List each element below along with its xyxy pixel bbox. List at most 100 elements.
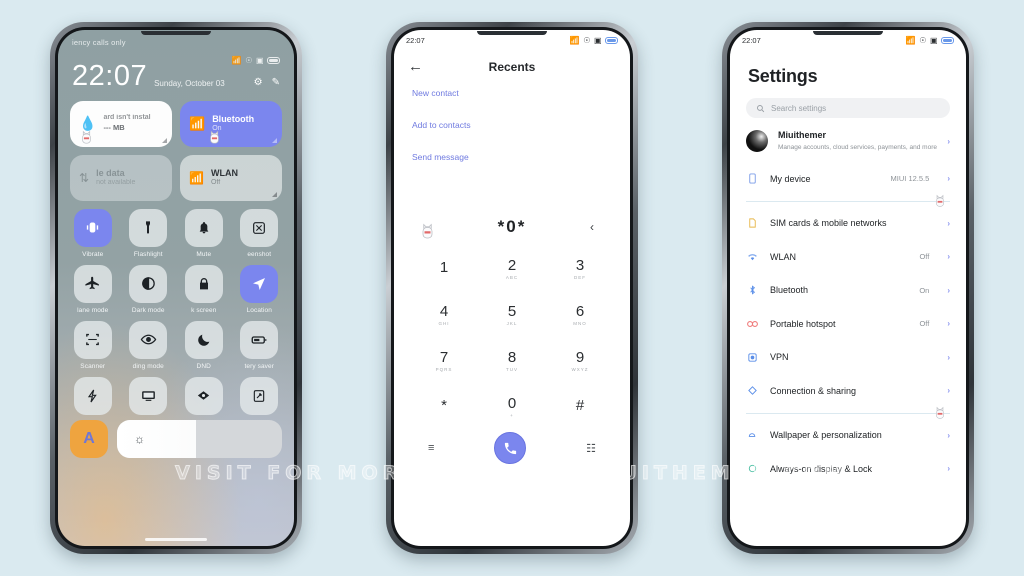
toggle-airplane-mode[interactable]: lane mode bbox=[70, 264, 116, 314]
brightness-slider[interactable]: ☼ bbox=[117, 419, 282, 458]
settings-row-sim-cards[interactable]: SIM cards & mobile networks › bbox=[730, 207, 966, 241]
tile-wlan[interactable]: 📶 WLAN Off bbox=[180, 154, 282, 201]
toggle-rotate[interactable] bbox=[237, 376, 283, 415]
toggle-dark-mode[interactable]: Dark mode bbox=[126, 264, 172, 314]
toggle-label: lane mode bbox=[77, 306, 109, 314]
settings-row-label: Bluetooth bbox=[770, 285, 809, 296]
dialed-number[interactable]: *0* bbox=[498, 217, 527, 237]
dialer-keypad: 1 2 ABC 3 DEF 4 GHI 5 JKL 6 MNO 7 PQRS 8 TUV 9W… bbox=[394, 244, 630, 428]
toggle-vibrate[interactable]: Vibrate bbox=[70, 208, 116, 258]
phone2-screen: 22:07 📶 ☉ ▣ ← Recents New contact Add to… bbox=[394, 30, 630, 546]
quick-toggle-row-2: lane mode Dark mode k screen Location bbox=[70, 264, 283, 314]
toggle-battery-saver[interactable]: tery saver bbox=[237, 320, 283, 370]
aod-icon bbox=[746, 462, 759, 475]
sim-icon bbox=[746, 217, 759, 230]
lightning-icon bbox=[73, 376, 112, 415]
settings-row-value: Off bbox=[919, 319, 930, 329]
key-3[interactable]: 3 DEF bbox=[546, 248, 614, 290]
key-digit: 2 bbox=[507, 256, 517, 274]
chevron-right-icon: › bbox=[947, 218, 950, 228]
tile-bluetooth-card[interactable]: 📶 Bluetooth On bbox=[180, 100, 282, 147]
phone3-bezel: 22:07 📶 ☉ ▣ Settings Search settings Miu… bbox=[727, 27, 969, 549]
toggle-screenshot[interactable]: eenshot bbox=[237, 208, 283, 258]
toggle-flashlight[interactable]: Flashlight bbox=[126, 208, 172, 258]
chevron-right-icon: › bbox=[947, 319, 950, 329]
key-0[interactable]: 0 + bbox=[478, 386, 546, 428]
toggle-label: eenshot bbox=[247, 250, 272, 258]
link-send-message[interactable]: Send message bbox=[412, 152, 612, 162]
key-letters: TUV bbox=[506, 367, 518, 373]
wifi-icon bbox=[746, 250, 759, 263]
call-button[interactable] bbox=[494, 432, 527, 464]
settings-row-value: On bbox=[919, 285, 930, 295]
auto-brightness-button[interactable]: A bbox=[70, 419, 108, 458]
toggle-mute[interactable]: Mute bbox=[181, 208, 227, 258]
key-digit: 7 bbox=[439, 348, 449, 366]
key-9[interactable]: 9 WXYZ bbox=[546, 340, 614, 382]
settings-row-portable-hotspot[interactable]: Portable hotspot Off › bbox=[730, 307, 966, 341]
alarm-icon: ☉ bbox=[583, 36, 591, 45]
key-5[interactable]: 5 JKL bbox=[478, 294, 546, 336]
link-add-to-contacts[interactable]: Add to contacts bbox=[412, 120, 612, 130]
key-4[interactable]: 4 GHI bbox=[410, 294, 478, 336]
tile-mobile-data[interactable]: ⇅ le data not available bbox=[70, 154, 172, 201]
tile-corner-icon bbox=[162, 137, 167, 143]
toggle-dnd[interactable]: DND bbox=[181, 320, 227, 370]
settings-row-my-device[interactable]: My device MIUI 12.5.5 › bbox=[730, 162, 966, 196]
settings-row-label: VPN bbox=[770, 352, 789, 363]
toggle-scanner[interactable]: Scanner bbox=[70, 320, 116, 370]
toggle-reading[interactable] bbox=[181, 376, 227, 415]
key-letters: JKL bbox=[506, 321, 518, 327]
account-subtitle: Manage accounts, cloud services, payment… bbox=[778, 143, 937, 151]
settings-row-wlan[interactable]: WLAN Off › bbox=[730, 240, 966, 274]
key-letters: ABC bbox=[505, 275, 519, 281]
chevron-right-icon: › bbox=[947, 464, 950, 474]
tile-mobile-data-card[interactable]: 💧 ard isn't instal --- MB bbox=[70, 100, 172, 147]
phone1-notch bbox=[141, 31, 211, 35]
settings-row-vpn[interactable]: VPN › bbox=[730, 341, 966, 375]
toggle-cast[interactable] bbox=[126, 376, 172, 415]
key-star[interactable]: * bbox=[410, 386, 478, 428]
chevron-right-icon: › bbox=[947, 352, 950, 362]
chevron-right-icon: › bbox=[947, 252, 950, 262]
battery-icon bbox=[240, 320, 279, 359]
dialer-action-links: New contact Add to contacts Send message bbox=[394, 78, 630, 184]
link-new-contact[interactable]: New contact bbox=[412, 88, 612, 98]
key-6[interactable]: 6 MNO bbox=[546, 294, 614, 336]
menu-icon[interactable]: ≡ bbox=[428, 442, 434, 454]
search-input[interactable]: Search settings bbox=[746, 98, 950, 118]
tile-title: WLAN bbox=[210, 167, 238, 178]
dialer-header: ← Recents bbox=[394, 48, 630, 78]
control-center-big-tiles-row1: 💧 ard isn't instal --- MB 📶 Bluetooth On bbox=[70, 100, 282, 147]
dialed-number-row: *0* ‹ bbox=[394, 210, 630, 244]
lockscreen-date: Sunday, October 03 bbox=[154, 78, 225, 88]
toggle-reading-mode[interactable]: ding mode bbox=[126, 320, 172, 370]
vibrate-icon bbox=[73, 208, 112, 247]
toggle-lock-screen[interactable]: k screen bbox=[181, 264, 227, 314]
alarm-icon: ☉ bbox=[245, 56, 253, 65]
status-time: 22:07 bbox=[742, 36, 761, 45]
settings-row-always-on-display[interactable]: Always-on display & Lock › bbox=[730, 452, 966, 486]
backspace-icon[interactable]: ‹ bbox=[590, 220, 594, 234]
flashlight-icon bbox=[129, 208, 168, 247]
home-indicator bbox=[145, 538, 207, 541]
key-1[interactable]: 1 bbox=[410, 248, 478, 290]
key-7[interactable]: 7 PQRS bbox=[410, 340, 478, 382]
toggle-label: Scanner bbox=[80, 362, 106, 370]
key-digit: # bbox=[575, 397, 585, 415]
edit-icon[interactable]: ✎ bbox=[272, 77, 280, 88]
account-row[interactable]: Miuithemer Manage accounts, cloud servic… bbox=[730, 118, 966, 162]
gear-icon[interactable]: ⚙ bbox=[254, 77, 263, 88]
settings-row-bluetooth[interactable]: Bluetooth On › bbox=[730, 274, 966, 308]
settings-row-connection-sharing[interactable]: Connection & sharing › bbox=[730, 374, 966, 408]
lockscreen-actions: ⚙ ✎ bbox=[254, 77, 280, 91]
settings-row-wallpaper[interactable]: Wallpaper & personalization › bbox=[730, 419, 966, 453]
lock-icon bbox=[184, 264, 223, 303]
sharing-icon bbox=[746, 384, 759, 397]
keypad-icon[interactable]: ☷ bbox=[586, 442, 596, 455]
key-hash[interactable]: # bbox=[546, 386, 614, 428]
toggle-location[interactable]: Location bbox=[237, 264, 283, 314]
toggle-lightning[interactable] bbox=[70, 376, 116, 415]
key-8[interactable]: 8 TUV bbox=[478, 340, 546, 382]
key-2[interactable]: 2 ABC bbox=[478, 248, 546, 290]
